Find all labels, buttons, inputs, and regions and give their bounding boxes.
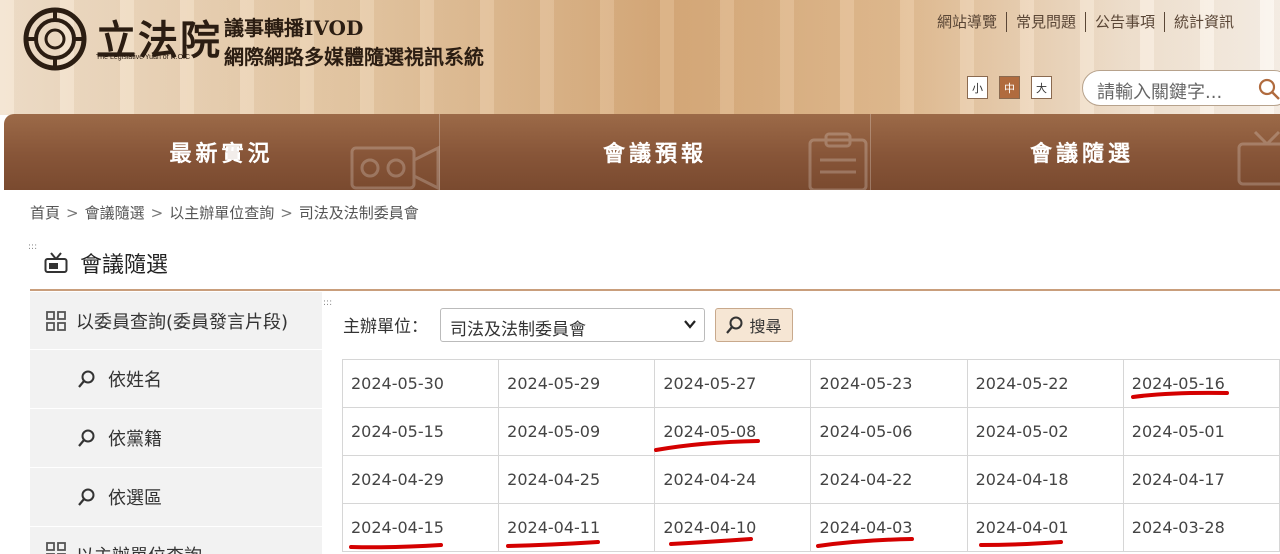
breadcrumb-on-demand[interactable]: 會議隨選 bbox=[85, 204, 145, 222]
date-cell[interactable]: 2024-03-28 bbox=[1122, 503, 1280, 552]
date-cell[interactable]: 2024-04-29 bbox=[341, 455, 500, 504]
logo-english: The Legislative Yuan of R.O.C bbox=[96, 54, 191, 61]
breadcrumb-separator: > bbox=[280, 204, 293, 222]
main-nav: 最新實況 會議預報 會議隨選 bbox=[4, 114, 1280, 190]
nav-on-demand-label: 會議隨選 bbox=[1029, 142, 1134, 167]
top-link-sitemap[interactable]: 網站導覽 bbox=[928, 12, 1008, 32]
tv-icon bbox=[44, 252, 68, 273]
top-link-announcements[interactable]: 公告事項 bbox=[1086, 12, 1166, 32]
grid-icon bbox=[46, 542, 66, 554]
nav-live[interactable]: 最新實況 bbox=[4, 114, 440, 190]
date-cell[interactable]: 2024-04-17 bbox=[1122, 455, 1280, 504]
system-title-line2: 網際網路多媒體隨選視訊系統 bbox=[224, 45, 484, 69]
search-button-label: 搜尋 bbox=[749, 317, 782, 336]
date-cell[interactable]: 2024-05-02 bbox=[966, 407, 1124, 456]
date-cell[interactable]: 2024-05-01 bbox=[1122, 407, 1280, 456]
legislative-seal-icon bbox=[23, 7, 87, 71]
sidebar-group-label: 以主辦單位查詢 bbox=[76, 542, 202, 554]
date-cell[interactable]: 2024-04-24 bbox=[654, 455, 812, 504]
chevron-down-icon[interactable] bbox=[683, 317, 697, 331]
date-cell[interactable]: 2024-05-08 bbox=[654, 407, 812, 456]
site-header: 立法院 The Legislative Yuan of R.O.C 議事轉播IV… bbox=[0, 0, 1280, 115]
page-title-text: 會議隨選 bbox=[80, 253, 169, 278]
date-cell[interactable]: 2024-05-09 bbox=[498, 407, 656, 456]
breadcrumb-by-organizer[interactable]: 以主辦單位查詢 bbox=[169, 204, 274, 222]
breadcrumb-current: 司法及法制委員會 bbox=[298, 204, 419, 222]
date-cell[interactable]: 2024-04-11 bbox=[498, 503, 656, 552]
grid-icon bbox=[46, 310, 66, 331]
clipboard-icon bbox=[808, 132, 868, 190]
sidebar: 以委員查詢(委員發言片段) 依姓名 依黨籍 依選區 bbox=[30, 292, 322, 554]
nav-schedule-label: 會議預報 bbox=[602, 142, 707, 167]
sidebar-group-by-member[interactable]: 以委員查詢(委員發言片段) bbox=[30, 292, 322, 350]
search-icon bbox=[726, 316, 743, 334]
title-divider bbox=[30, 289, 1280, 291]
font-size-large-button[interactable]: 大 bbox=[1031, 76, 1052, 99]
sidebar-item-label: 依姓名 bbox=[108, 370, 162, 391]
date-cell[interactable]: 2024-04-03 bbox=[810, 503, 968, 552]
tv-icon bbox=[1237, 130, 1280, 186]
date-cell[interactable]: 2024-04-25 bbox=[498, 455, 656, 504]
sidebar-item-by-district[interactable]: 依選區 bbox=[30, 468, 322, 527]
sidebar-group-by-organizer[interactable]: 以主辦單位查詢 bbox=[30, 528, 322, 554]
accessibility-marker: ::: bbox=[323, 298, 333, 308]
date-cell[interactable]: 2024-05-30 bbox=[341, 359, 500, 408]
keyword-search-input[interactable]: 請輸入關鍵字... bbox=[1082, 70, 1280, 106]
sidebar-group-label: 以委員查詢(委員發言片段) bbox=[76, 311, 289, 333]
organizer-label: 主辦單位： bbox=[343, 317, 428, 337]
sidebar-item-by-party[interactable]: 依黨籍 bbox=[30, 409, 322, 468]
search-icon bbox=[78, 429, 95, 447]
accessibility-marker: ::: bbox=[28, 242, 38, 252]
organizer-select[interactable]: 司法及法制委員會 bbox=[440, 308, 705, 342]
breadcrumb: 首頁 > 會議隨選 > 以主辦單位查詢 > 司法及法制委員會 bbox=[30, 202, 419, 223]
search-button[interactable]: 搜尋 bbox=[715, 308, 793, 342]
search-icon bbox=[78, 370, 95, 388]
date-cell[interactable]: 2024-05-15 bbox=[341, 407, 500, 456]
breadcrumb-home[interactable]: 首頁 bbox=[30, 204, 60, 222]
sidebar-item-by-name[interactable]: 依姓名 bbox=[30, 350, 322, 409]
font-size-small-button[interactable]: 小 bbox=[967, 76, 988, 99]
top-link-faq[interactable]: 常見問題 bbox=[1007, 12, 1087, 32]
breadcrumb-separator: > bbox=[150, 204, 164, 222]
sidebar-item-label: 依選區 bbox=[108, 488, 162, 509]
top-link-statistics[interactable]: 統計資訊 bbox=[1165, 12, 1243, 32]
search-icon bbox=[78, 488, 95, 506]
table-row: 2024-05-15 2024-05-09 2024-05-08 2024-05… bbox=[341, 407, 1280, 456]
search-icon[interactable] bbox=[1258, 78, 1280, 100]
nav-on-demand[interactable]: 會議隨選 bbox=[871, 114, 1280, 190]
date-cell[interactable]: 2024-04-15 bbox=[341, 503, 500, 552]
date-cell[interactable]: 2024-05-16 bbox=[1122, 359, 1280, 408]
font-size-medium-button[interactable]: 中 bbox=[999, 76, 1020, 99]
table-row: 2024-04-29 2024-04-25 2024-04-24 2024-04… bbox=[341, 455, 1280, 504]
table-row: 2024-05-30 2024-05-29 2024-05-27 2024-05… bbox=[341, 359, 1280, 408]
date-cell[interactable]: 2024-05-27 bbox=[654, 359, 812, 408]
date-cell[interactable]: 2024-04-10 bbox=[654, 503, 812, 552]
date-cell[interactable]: 2024-04-01 bbox=[966, 503, 1124, 552]
date-cell[interactable]: 2024-05-06 bbox=[810, 407, 968, 456]
meeting-date-grid: 2024-05-30 2024-05-29 2024-05-27 2024-05… bbox=[341, 359, 1280, 552]
date-cell[interactable]: 2024-05-22 bbox=[966, 359, 1124, 408]
breadcrumb-separator: > bbox=[66, 204, 79, 222]
date-cell[interactable]: 2024-05-23 bbox=[810, 359, 968, 408]
top-links: 網站導覽 常見問題 公告事項 統計資訊 bbox=[928, 12, 1243, 32]
table-row: 2024-04-15 2024-04-11 2024-04-10 2024-04… bbox=[341, 503, 1280, 552]
date-cell[interactable]: 2024-04-22 bbox=[810, 455, 968, 504]
system-title-line1: 議事轉播IVOD bbox=[224, 16, 364, 40]
nav-schedule[interactable]: 會議預報 bbox=[440, 114, 871, 190]
date-cell[interactable]: 2024-05-29 bbox=[498, 359, 656, 408]
page-title: 會議隨選 bbox=[44, 247, 168, 279]
video-camera-icon bbox=[350, 145, 440, 190]
date-cell[interactable]: 2024-04-18 bbox=[966, 455, 1124, 504]
nav-live-label: 最新實況 bbox=[169, 142, 274, 167]
sidebar-item-label: 依黨籍 bbox=[108, 429, 162, 450]
